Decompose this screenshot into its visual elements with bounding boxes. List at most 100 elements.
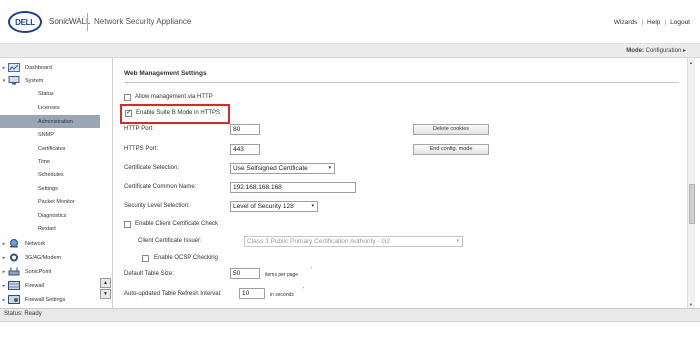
sidebar-item-label: Firewall Settings <box>25 296 66 303</box>
section-title: Web Management Settings <box>124 70 207 77</box>
status-bar: Status: Ready <box>0 308 700 322</box>
scrollbar-thumb[interactable] <box>689 184 695 224</box>
content-scrollbar[interactable]: ▲ ▼ <box>687 58 695 310</box>
allow-http-label: Allow management via HTTP <box>135 94 213 100</box>
sidebar-item-network[interactable]: ▸ Network <box>0 237 100 250</box>
security-level-value: Level of Security 128 <box>233 203 294 210</box>
https-port-input[interactable]: 443 <box>230 144 260 155</box>
brand-divider <box>87 13 88 31</box>
client-cert-issuer-dropdown[interactable]: Class 3 Public Primary Certification Aut… <box>244 236 463 247</box>
scroll-up-icon[interactable]: ▲ <box>689 60 693 65</box>
sidebar-item-label: System <box>25 77 44 84</box>
client-cert-check-label: Enable Client Certificate Check <box>135 221 219 227</box>
modem-icon <box>8 253 20 262</box>
firewall-icon <box>8 281 20 290</box>
dashboard-icon <box>8 63 20 72</box>
sidebar-subitem-licenses[interactable]: Licenses <box>38 101 60 114</box>
scroll-down-icon[interactable]: ▼ <box>689 302 693 307</box>
chevron-down-icon: ▾ <box>456 238 459 244</box>
firewall-settings-icon <box>8 295 20 304</box>
suite-b-label: Enable Suite B Mode in HTTPS <box>136 110 221 116</box>
cert-selection-dropdown[interactable]: Use Selfsigned Certificate ▾ <box>230 163 335 174</box>
expand-arrow-icon[interactable]: ▸ <box>0 269 8 275</box>
footer-area <box>0 322 700 346</box>
expand-arrow-icon[interactable]: ▸ <box>0 255 8 261</box>
delete-cookies-button[interactable]: Delete cookies <box>413 124 489 135</box>
sidebar-subitem-settings[interactable]: Settings <box>38 182 58 195</box>
chevron-down-icon: ▾ <box>311 203 314 209</box>
security-level-label: Security Level Selection: <box>124 203 190 209</box>
cert-common-name-label: Certificate Common Name: <box>124 184 197 190</box>
sidebar-item-sonicpoint[interactable]: ▸ SonicPoint <box>0 265 100 278</box>
cert-common-name-input[interactable]: 192.168.168.168 <box>230 182 356 193</box>
sidebar-item-system[interactable]: ▾ System <box>0 74 100 87</box>
expand-arrow-icon[interactable]: ▸ <box>0 65 8 71</box>
sidebar-subitem-schedules[interactable]: Schedules <box>38 168 64 181</box>
logout-link[interactable]: Logout <box>670 19 690 26</box>
sidebar-item-3g4g-modem[interactable]: ▸ 3G/4G/Modem <box>0 251 100 264</box>
main-content: Web Management Settings Allow management… <box>113 58 687 310</box>
cert-selection-label: Certificate Selection: <box>124 165 180 171</box>
sidebar-item-label: SonicPoint <box>25 268 52 275</box>
expand-arrow-icon[interactable]: ▸ <box>0 297 8 303</box>
hint-mark: ′ <box>303 287 304 293</box>
sidebar-nav: ▸ Dashboard ▾ System Status Licenses Adm… <box>0 58 113 310</box>
expand-arrow-icon[interactable]: ▸ <box>0 241 8 247</box>
sidebar-scroll-up-button[interactable]: ▲ <box>100 278 111 288</box>
ocsp-label: Enable OCSP Checking <box>154 255 218 261</box>
sidebar-item-label: Firewall <box>25 282 44 289</box>
allow-http-checkbox[interactable] <box>124 94 131 101</box>
mode-value[interactable]: Configuration ▸ <box>646 48 686 54</box>
cert-selection-value: Use Selfsigned Certificate <box>233 165 308 172</box>
chevron-down-icon: ▾ <box>328 165 331 171</box>
system-icon <box>8 76 20 85</box>
sidebar-subitem-snmp[interactable]: SNMP <box>38 128 54 141</box>
sidebar-subitem-diagnostics[interactable]: Diagnostics <box>38 209 66 222</box>
expand-arrow-icon[interactable]: ▸ <box>0 283 8 289</box>
sidebar-scroll-down-button[interactable]: ▼ <box>100 289 111 299</box>
sidebar-item-label: 3G/4G/Modem <box>25 254 62 261</box>
refresh-interval-input[interactable]: 10 <box>239 288 265 299</box>
sonicpoint-icon <box>8 267 20 276</box>
status-text: Status: Ready <box>4 311 42 317</box>
mode-label: Mode: <box>626 48 644 54</box>
refresh-interval-label: Auto-updated Table Refresh Interval: <box>124 291 222 297</box>
http-port-label: HTTP Port: <box>124 126 154 132</box>
top-links: Wizards | Help | Logout <box>614 19 690 26</box>
help-link[interactable]: Help <box>647 19 660 26</box>
link-divider: | <box>641 19 644 26</box>
https-port-label: HTTPS Port: <box>124 146 159 152</box>
items-per-page-label: items per page <box>265 272 299 278</box>
sidebar-item-dashboard[interactable]: ▸ Dashboard <box>0 61 100 74</box>
sidebar-subitem-status[interactable]: Status <box>38 87 54 100</box>
wizards-link[interactable]: Wizards <box>614 19 637 26</box>
sidebar-subitem-administration[interactable]: Administration <box>38 115 73 128</box>
http-port-input[interactable]: 80 <box>230 124 260 135</box>
default-table-size-input[interactable]: 50 <box>230 268 260 279</box>
sidebar-subitem-packet-monitor[interactable]: Packet Monitor <box>38 195 75 208</box>
default-table-size-label: Default Table Size: <box>124 271 174 277</box>
sidebar-item-label: Network <box>25 240 46 247</box>
sidebar-item-label: Dashboard <box>25 64 52 71</box>
ocsp-checkbox[interactable] <box>142 255 149 262</box>
sidebar-subitem-time[interactable]: Time <box>38 155 50 168</box>
collapse-arrow-icon[interactable]: ▾ <box>0 78 8 84</box>
suite-b-checkbox[interactable] <box>125 108 132 117</box>
dell-logo: DELL <box>8 11 42 33</box>
in-seconds-label: in seconds <box>270 292 294 298</box>
app-header: DELL SonicWALL Network Security Applianc… <box>0 0 700 44</box>
client-cert-check-checkbox[interactable] <box>124 221 131 228</box>
mode-bar: Mode: Configuration ▸ <box>0 44 700 58</box>
client-cert-issuer-value: Class 3 Public Primary Certification Aut… <box>247 238 391 245</box>
security-level-dropdown[interactable]: Level of Security 128 ▾ <box>230 201 318 212</box>
section-divider <box>124 82 679 83</box>
sidebar-subitem-restart[interactable]: Restart <box>38 222 56 235</box>
sidebar-item-firewall[interactable]: ▸ Firewall <box>0 279 100 292</box>
hint-mark: ′ <box>311 267 312 273</box>
sidebar-item-firewall-settings[interactable]: ▸ Firewall Settings <box>0 293 100 306</box>
end-config-mode-button[interactable]: End config. mode <box>413 144 489 155</box>
mode-selector[interactable]: Mode: Configuration ▸ <box>626 47 686 54</box>
sidebar-subitem-certificates[interactable]: Certificates <box>38 142 66 155</box>
link-divider: | <box>664 19 667 26</box>
network-icon <box>8 239 20 248</box>
